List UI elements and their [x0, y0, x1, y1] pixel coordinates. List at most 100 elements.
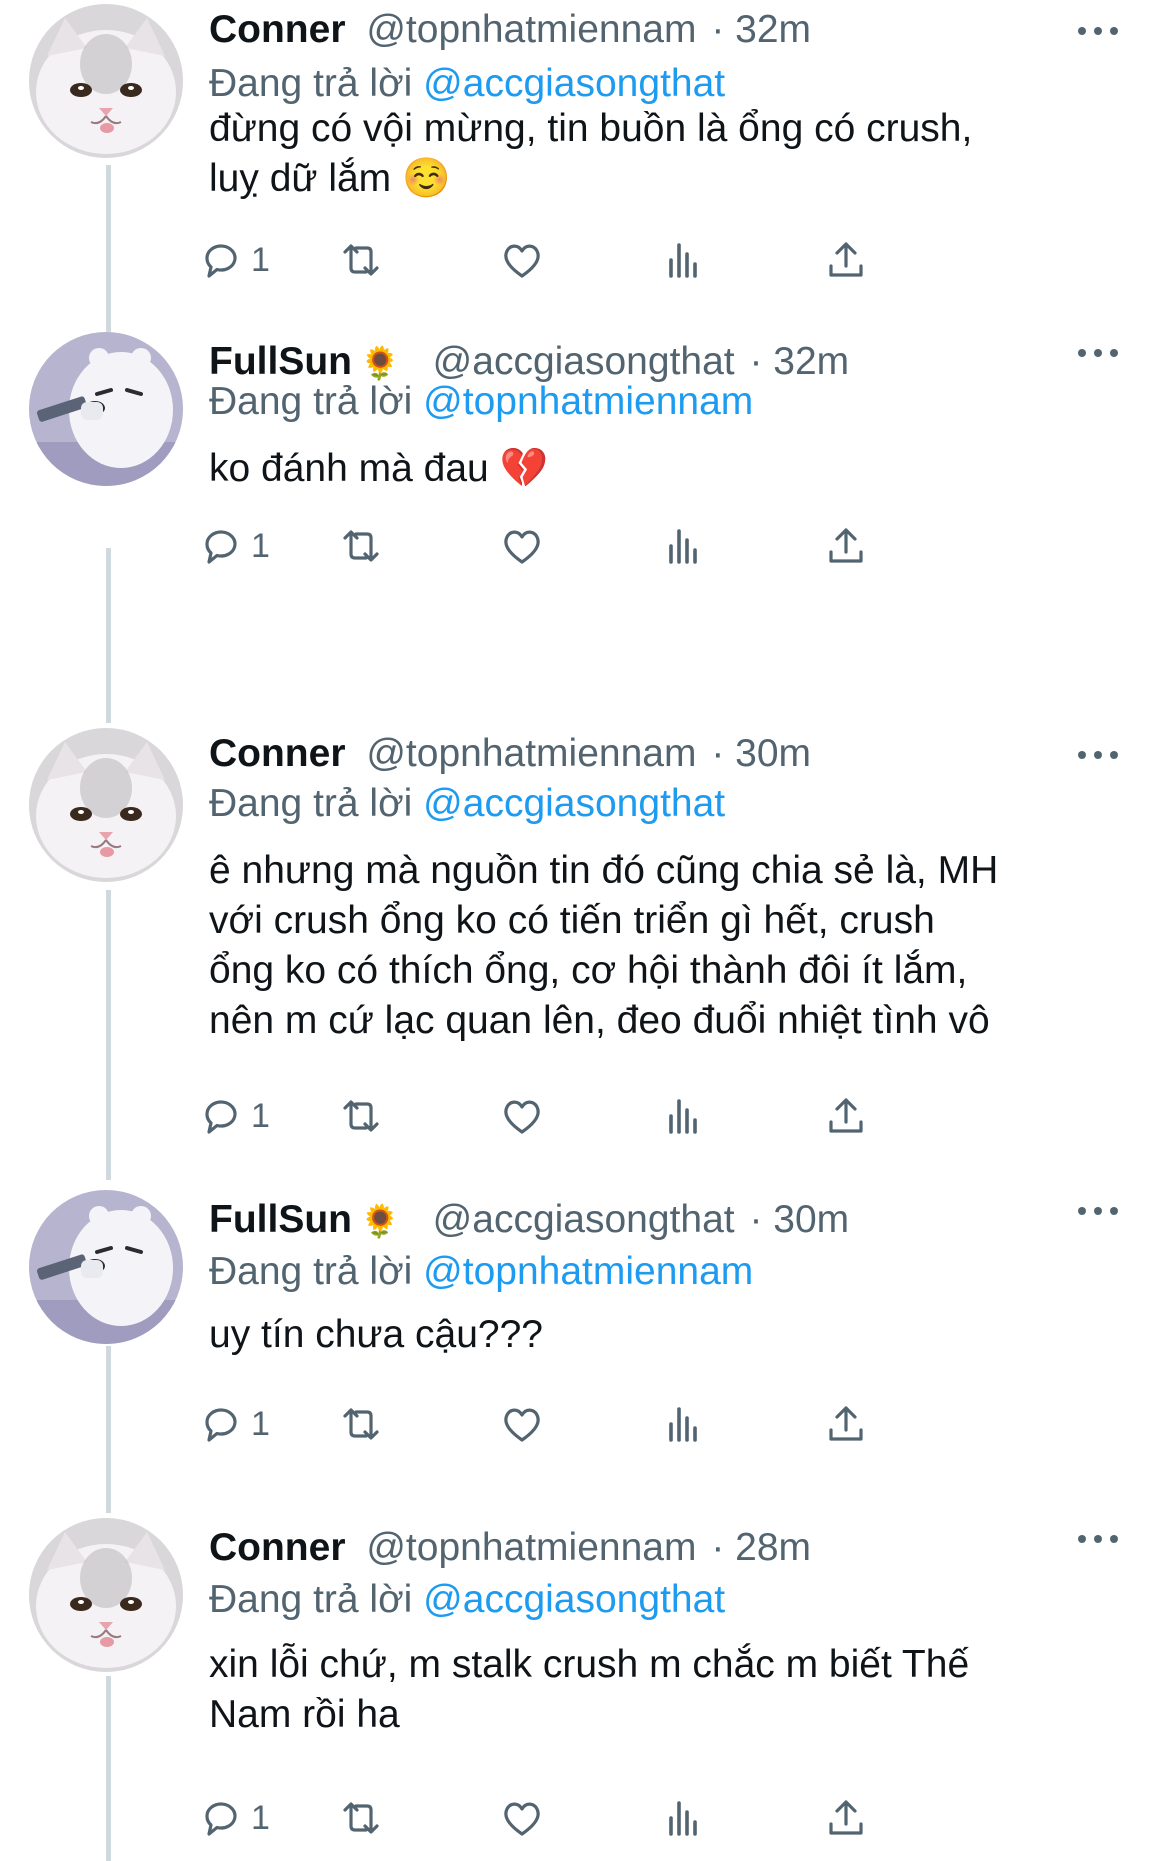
more-icon[interactable] — [1078, 340, 1118, 366]
retweet-button[interactable] — [337, 234, 385, 286]
share-button[interactable] — [822, 520, 870, 572]
heart-button[interactable] — [498, 234, 546, 286]
reply-icon — [197, 236, 245, 284]
replying-to-label: Đang trả lời — [209, 62, 413, 105]
retweet-button[interactable] — [337, 1090, 385, 1142]
handle[interactable]: @topnhatmiennam — [366, 1526, 696, 1569]
retweet-icon — [337, 1092, 385, 1140]
replying-to-label: Đang trả lời — [209, 1578, 413, 1621]
action-bar: 1 — [205, 1792, 1029, 1844]
heart-button[interactable] — [498, 1398, 546, 1450]
action-bar: 1 — [205, 234, 1029, 286]
views-button[interactable] — [660, 234, 708, 286]
cat-avatar[interactable] — [29, 728, 183, 882]
reply-button[interactable]: 1 — [197, 1792, 270, 1844]
views-button[interactable] — [660, 1792, 708, 1844]
share-button[interactable] — [822, 1398, 870, 1450]
cat-avatar[interactable] — [29, 1518, 183, 1672]
more-icon[interactable] — [1078, 742, 1118, 768]
tweet-text: ê nhưng mà nguồn tin đó cũng chia sẻ là,… — [209, 849, 999, 1042]
reply-icon — [197, 1092, 245, 1140]
reply-count: 1 — [251, 1404, 270, 1443]
reply-button[interactable]: 1 — [197, 520, 270, 572]
share-button[interactable] — [822, 1792, 870, 1844]
heart-icon — [498, 1092, 546, 1140]
views-icon — [660, 1794, 708, 1842]
heart-icon — [498, 1794, 546, 1842]
reply-button[interactable]: 1 — [197, 1090, 270, 1142]
share-icon — [822, 1092, 870, 1140]
bear-avatar[interactable] — [29, 332, 183, 486]
reply-count: 1 — [251, 1096, 270, 1135]
display-name[interactable]: Conner — [209, 732, 346, 775]
mention-link[interactable]: @topnhatmiennam — [423, 380, 753, 423]
retweet-icon — [337, 1400, 385, 1448]
display-name[interactable]: Conner — [209, 8, 346, 51]
bear-avatar[interactable] — [29, 1190, 183, 1344]
retweet-button[interactable] — [337, 1792, 385, 1844]
views-button[interactable] — [660, 1090, 708, 1142]
reply-count: 1 — [251, 240, 270, 279]
views-icon — [660, 236, 708, 284]
share-icon — [822, 236, 870, 284]
share-button[interactable] — [822, 1090, 870, 1142]
tweet-text: ko đánh mà đau 💔 — [209, 447, 549, 490]
share-icon — [822, 1794, 870, 1842]
heart-button[interactable] — [498, 520, 546, 572]
retweet-icon — [337, 1794, 385, 1842]
display-name[interactable]: FullSun — [209, 1198, 352, 1241]
views-button[interactable] — [660, 520, 708, 572]
action-bar: 1 — [205, 520, 1029, 572]
heart-button[interactable] — [498, 1090, 546, 1142]
timestamp[interactable]: · 28m — [711, 1526, 811, 1569]
tweet-text: uy tín chưa cậu??? — [209, 1313, 543, 1356]
heart-icon — [498, 1400, 546, 1448]
reply-button[interactable]: 1 — [197, 1398, 270, 1450]
cat-avatar[interactable] — [29, 4, 183, 158]
display-name[interactable]: Conner — [209, 1526, 346, 1569]
mention-link[interactable]: @accgiasongthat — [423, 782, 725, 825]
tweet-text: đừng có vội mừng, tin buồn là ổng có cru… — [209, 107, 973, 200]
action-bar: 1 — [205, 1398, 1029, 1450]
views-icon — [660, 1092, 708, 1140]
more-icon[interactable] — [1078, 1198, 1118, 1224]
retweet-icon — [337, 236, 385, 284]
replying-to-label: Đang trả lời — [209, 1250, 413, 1293]
sunflower-emoji: 🌻 — [359, 1202, 400, 1240]
views-icon — [660, 1400, 708, 1448]
heart-icon — [498, 236, 546, 284]
handle[interactable]: @accgiasongthat — [433, 1198, 735, 1241]
thread-line — [106, 548, 111, 723]
mention-link[interactable]: @accgiasongthat — [423, 1578, 725, 1621]
views-icon — [660, 522, 708, 570]
timestamp[interactable]: · 30m — [711, 732, 811, 775]
replying-to-label: Đang trả lời — [209, 782, 413, 825]
timestamp[interactable]: · 30m — [749, 1198, 849, 1241]
share-button[interactable] — [822, 234, 870, 286]
replying-to-label: Đang trả lời — [209, 380, 413, 423]
share-icon — [822, 1400, 870, 1448]
timestamp[interactable]: · 32m — [749, 340, 849, 383]
handle[interactable]: @topnhatmiennam — [366, 732, 696, 775]
retweet-button[interactable] — [337, 1398, 385, 1450]
reply-count: 1 — [251, 1798, 270, 1837]
reply-icon — [197, 522, 245, 570]
tweet-text: xin lỗi chứ, m stalk crush m chắc m biết… — [209, 1643, 970, 1736]
thread-line — [106, 1346, 111, 1513]
handle[interactable]: @topnhatmiennam — [366, 8, 696, 51]
reply-button[interactable]: 1 — [197, 234, 270, 286]
thread-line — [106, 1676, 111, 1861]
action-bar: 1 — [205, 1090, 1029, 1142]
retweet-button[interactable] — [337, 520, 385, 572]
more-icon[interactable] — [1078, 1526, 1118, 1552]
mention-link[interactable]: @accgiasongthat — [423, 62, 725, 105]
reply-icon — [197, 1794, 245, 1842]
more-icon[interactable] — [1078, 18, 1118, 44]
heart-button[interactable] — [498, 1792, 546, 1844]
reply-count: 1 — [251, 526, 270, 565]
views-button[interactable] — [660, 1398, 708, 1450]
retweet-icon — [337, 522, 385, 570]
timestamp[interactable]: · 32m — [711, 8, 811, 51]
heart-icon — [498, 522, 546, 570]
mention-link[interactable]: @topnhatmiennam — [423, 1250, 753, 1293]
